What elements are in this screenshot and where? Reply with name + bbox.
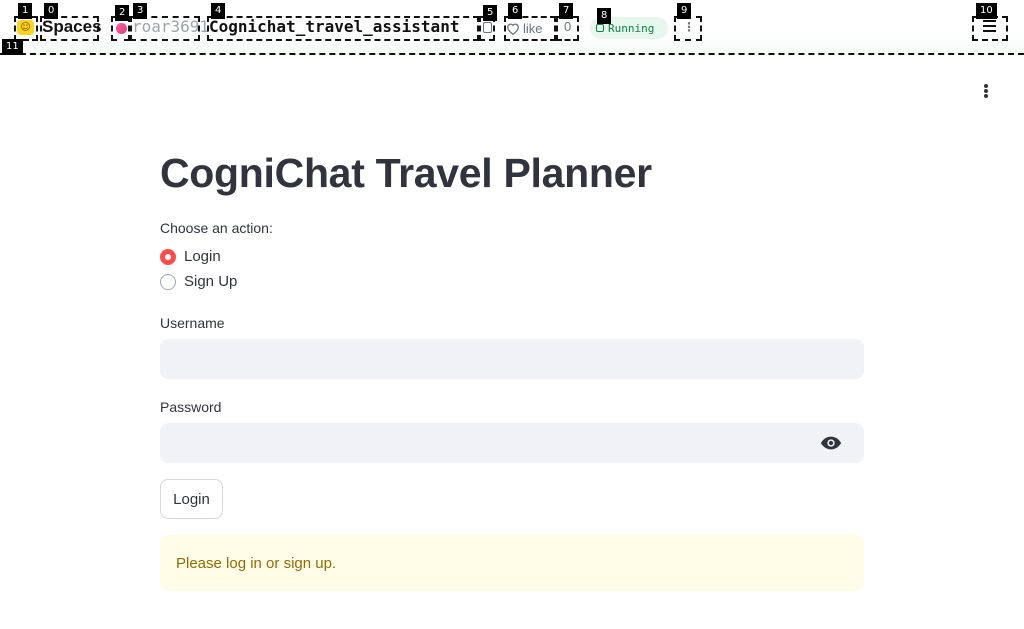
password-label: Password: [160, 399, 222, 415]
annotation-tag: 5: [483, 5, 498, 21]
radio-option-label: Sign Up: [184, 273, 238, 290]
annotation-box-10: [972, 16, 1008, 41]
annotation-tag: 7: [559, 3, 574, 19]
annotation-box-1: [14, 16, 38, 41]
annotation-tag: 6: [508, 3, 523, 19]
annotation-tag: 3: [133, 3, 148, 19]
app-main-menu-icon[interactable]: [978, 81, 994, 101]
annotation-tag: 4: [211, 3, 226, 19]
show-password-icon[interactable]: [820, 435, 842, 451]
annotation-box-6: [504, 16, 556, 41]
annotation-tag: 11: [2, 39, 23, 55]
annotation-box-11: [0, 53, 1024, 55]
radio-checked-icon: [160, 248, 176, 265]
page-title: CogniChat Travel Planner: [160, 150, 652, 196]
action-radio-label: Choose an action:: [160, 220, 273, 236]
annotation-tag: 0: [44, 3, 59, 19]
status-label: Running: [608, 21, 655, 35]
annotation-tag: 8: [597, 8, 612, 24]
annotation-box-0: [40, 16, 99, 41]
info-alert: Please log in or sign up.: [160, 535, 864, 591]
username-label: Username: [160, 315, 225, 331]
password-input[interactable]: [160, 423, 864, 463]
radio-option-login[interactable]: Login: [160, 248, 221, 265]
radio-option-label: Login: [184, 248, 221, 265]
radio-option-signup[interactable]: Sign Up: [160, 273, 237, 290]
annotation-tag: 1: [18, 3, 33, 19]
annotation-box-9: [674, 16, 702, 41]
annotation-tag: 9: [677, 3, 692, 19]
radio-unchecked-icon: [160, 273, 176, 290]
username-input[interactable]: [160, 339, 864, 379]
annotation-box-4: [207, 16, 479, 41]
annotation-box-3: [130, 16, 200, 41]
info-message: Please log in or sign up.: [176, 554, 337, 572]
annotation-box-7: [556, 16, 579, 41]
annotation-tag: 2: [115, 5, 130, 21]
annotation-tag: 10: [976, 3, 997, 19]
login-button[interactable]: Login: [160, 479, 223, 519]
status-icon: [596, 24, 604, 32]
